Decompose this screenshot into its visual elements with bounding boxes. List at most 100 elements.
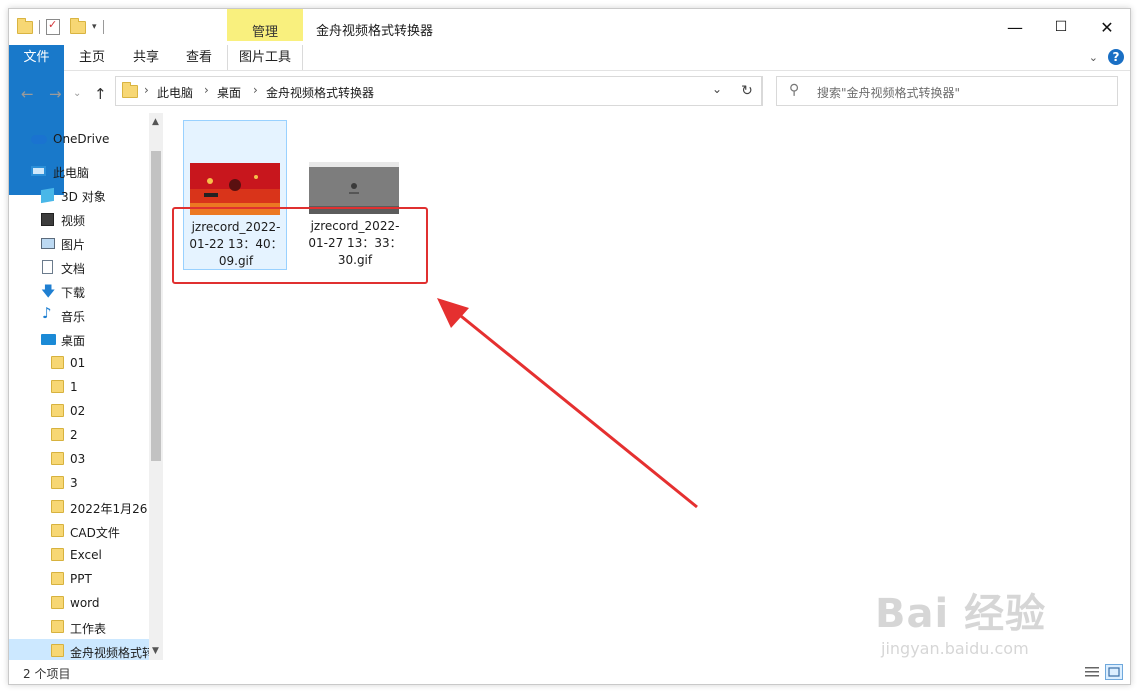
nav-item-desktop[interactable]: 桌面 (9, 327, 149, 351)
nav-item-folder-03[interactable]: 03 (9, 447, 149, 471)
chevron-right-icon[interactable]: › (253, 83, 258, 97)
folder-icon (51, 620, 64, 633)
close-button[interactable]: ✕ (1084, 9, 1130, 45)
nav-item-folder-02[interactable]: 02 (9, 399, 149, 423)
folder-icon (51, 356, 64, 369)
minimize-button[interactable]: — (992, 9, 1038, 45)
chevron-right-icon[interactable]: › (144, 83, 149, 97)
context-tab-header-label: 管理 (251, 25, 278, 40)
chevron-down-icon[interactable]: ⌄ (1089, 51, 1098, 64)
nav-item-folder-ppt[interactable]: PPT (9, 567, 149, 591)
navigation-pane: OneDrive 此电脑 3D 对象 视频 图片 文档 🡇 下载 ♪ 音乐 桌面… (9, 113, 163, 660)
annotation-arrow (437, 298, 698, 509)
folder-icon (51, 452, 64, 465)
3d-objects-icon (41, 187, 54, 204)
nav-item-label: 图片 (61, 238, 86, 252)
tab-view[interactable]: 查看 (178, 45, 220, 70)
nav-item-label: 1 (70, 380, 78, 394)
breadcrumb-this-pc[interactable]: 此电脑 (157, 84, 193, 101)
nav-item-folder-1[interactable]: 1 (9, 375, 149, 399)
context-tab-header: 管理 (227, 9, 303, 41)
item-count: 2 个项目 (23, 667, 71, 681)
scroll-up-icon[interactable]: ▲ (152, 117, 159, 127)
nav-item-label: 视频 (61, 214, 86, 228)
nav-item-label: 3D 对象 (61, 190, 106, 204)
nav-item-videos[interactable]: 视频 (9, 207, 149, 231)
tab-home[interactable]: 主页 (71, 45, 113, 70)
help-icon[interactable]: ? (1108, 49, 1124, 65)
baidu-watermark: Bai 经验 jingyan.baidu.com (875, 581, 1046, 658)
nav-item-folder-excel[interactable]: Excel (9, 543, 149, 567)
music-icon: ♪ (42, 304, 52, 322)
nav-item-3d-objects[interactable]: 3D 对象 (9, 183, 149, 207)
scrollbar-thumb[interactable] (151, 151, 161, 461)
tab-share[interactable]: 共享 (125, 45, 167, 70)
nav-item-label: word (70, 596, 100, 610)
breadcrumb-desktop[interactable]: 桌面 (217, 84, 241, 101)
forward-arrow-icon[interactable]: → (49, 85, 62, 103)
watermark-brand: Bai 经验 (875, 591, 1047, 637)
folder-icon (51, 644, 64, 657)
nav-item-folder-01[interactable]: 01 (9, 351, 149, 375)
window-title: 金舟视频格式转换器 (316, 24, 434, 39)
folder-icon (51, 428, 64, 441)
title-bar: ▾ 管理 金舟视频格式转换器 — ☐ ✕ (9, 9, 1130, 45)
folder-icon (51, 524, 64, 537)
refresh-icon: ↻ (741, 83, 753, 99)
pictures-icon (41, 238, 55, 249)
nav-item-folder-cad[interactable]: CAD文件 (9, 519, 149, 543)
folder-icon (51, 380, 64, 393)
nav-item-label: 02 (70, 404, 86, 418)
annotation-highlight-box (172, 207, 428, 284)
search-box[interactable]: ⚲ 搜索"金舟视频格式转换器" (776, 76, 1118, 106)
recent-locations-icon[interactable]: ⌄ (73, 88, 81, 99)
customize-qat-icon[interactable]: ▾ (92, 22, 97, 32)
quick-access-toolbar: ▾ (17, 17, 106, 35)
nav-item-music[interactable]: ♪ 音乐 (9, 303, 149, 327)
nav-item-folder-3[interactable]: 3 (9, 471, 149, 495)
folder-icon (51, 572, 64, 585)
nav-item-this-pc[interactable]: 此电脑 (9, 159, 149, 183)
new-folder-icon[interactable] (70, 17, 86, 34)
nav-item-label: 2022年1月26日 (70, 502, 149, 516)
folder-icon (122, 82, 138, 98)
separator (102, 20, 104, 34)
nav-item-folder-2022[interactable]: 2022年1月26日 (9, 495, 149, 519)
nav-item-documents[interactable]: 文档 (9, 255, 149, 279)
nav-item-onedrive[interactable]: OneDrive (9, 127, 149, 151)
up-arrow-icon[interactable]: ↑ (94, 85, 107, 103)
nav-item-folder-converter[interactable]: 金舟视频格式转换器 (9, 639, 149, 660)
nav-item-downloads[interactable]: 🡇 下载 (9, 279, 149, 303)
folder-icon (51, 548, 64, 561)
nav-scrollbar[interactable]: ▲ ▼ (149, 113, 163, 660)
folder-icon[interactable] (17, 17, 33, 34)
back-arrow-icon[interactable]: ← (21, 85, 34, 103)
download-icon: 🡇 (41, 284, 56, 300)
nav-item-label: 桌面 (61, 334, 86, 348)
status-bar: 2 个项目 (9, 661, 1130, 684)
nav-item-folder-word[interactable]: word (9, 591, 149, 615)
ribbon-right: ⌄ ? (1089, 49, 1124, 65)
scroll-down-icon[interactable]: ▼ (152, 646, 159, 656)
nav-item-label: 03 (70, 452, 86, 466)
large-icons-view-icon[interactable] (1105, 664, 1123, 680)
nav-item-folder-worksheet[interactable]: 工作表 (9, 615, 149, 639)
nav-item-folder-2[interactable]: 2 (9, 423, 149, 447)
tab-picture-tools[interactable]: 图片工具 (227, 45, 303, 70)
chevron-right-icon[interactable]: › (204, 83, 209, 97)
video-icon (41, 213, 54, 226)
breadcrumb-current-folder[interactable]: 金舟视频格式转换器 (266, 84, 374, 101)
address-bar[interactable]: › 此电脑 › 桌面 › 金舟视频格式转换器 ⌄ (115, 76, 763, 106)
nav-item-pictures[interactable]: 图片 (9, 231, 149, 255)
address-dropdown-icon[interactable]: ⌄ (712, 82, 722, 96)
onedrive-icon (31, 135, 47, 144)
folder-icon (51, 500, 64, 513)
nav-item-label: CAD文件 (70, 526, 120, 540)
folder-icon (51, 476, 64, 489)
properties-icon[interactable] (46, 18, 60, 35)
maximize-button[interactable]: ☐ (1038, 9, 1084, 45)
folder-icon (51, 596, 64, 609)
refresh-button[interactable]: ↻ (733, 76, 762, 106)
details-view-icon[interactable] (1083, 664, 1101, 680)
search-icon: ⚲ (789, 82, 800, 98)
